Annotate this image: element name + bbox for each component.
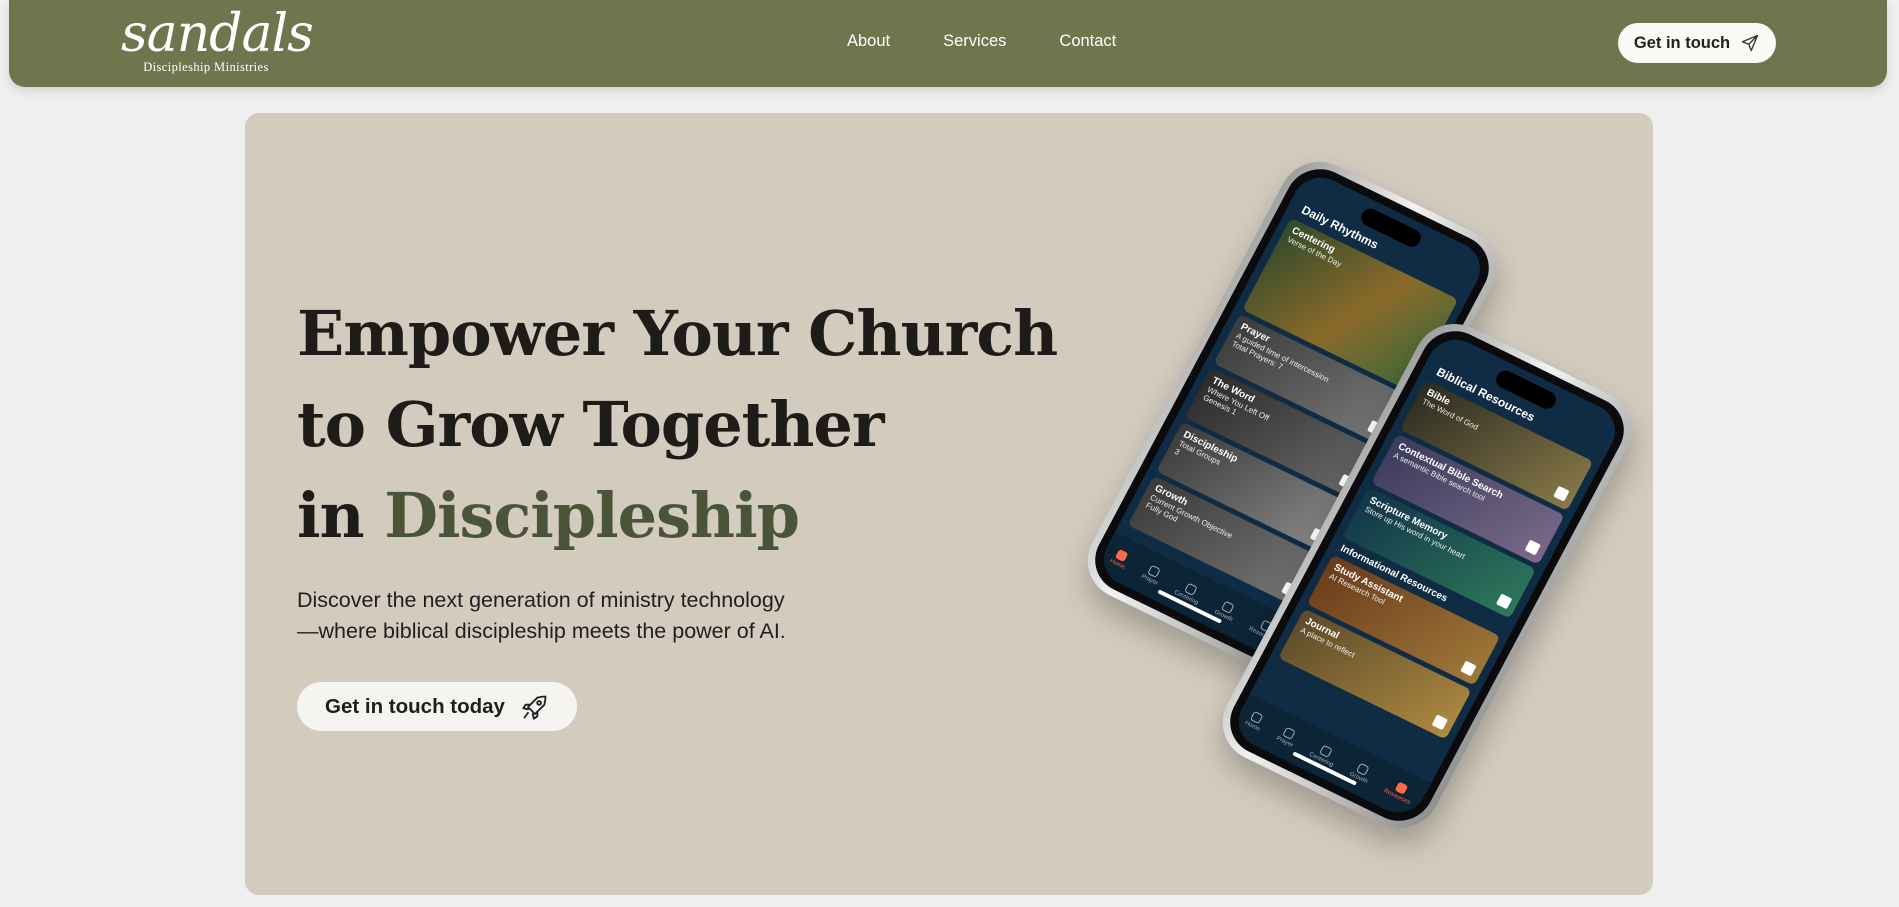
tab-resources[interactable]: Resources	[1383, 778, 1417, 806]
search-icon	[1524, 539, 1541, 556]
description-line-1: Discover the next generation of ministry…	[297, 588, 785, 612]
get-in-touch-button[interactable]: Get in touch	[1618, 23, 1776, 63]
headline-line-3-prefix: in	[297, 479, 385, 552]
tab-home[interactable]: Home	[1244, 710, 1267, 733]
paper-plane-icon	[1741, 34, 1759, 52]
nav-link-about[interactable]: About	[847, 32, 890, 51]
get-in-touch-today-button[interactable]: Get in touch today	[297, 682, 577, 731]
tab-prayer[interactable]: Prayer	[1140, 563, 1164, 587]
nav-links: About Services Contact	[847, 32, 1169, 51]
top-navbar: sandals Discipleship Ministries About Se…	[9, 0, 1887, 87]
hero-description: Discover the next generation of ministry…	[297, 585, 917, 647]
tab-prayer[interactable]: Prayer	[1275, 725, 1299, 749]
book-icon	[1553, 485, 1570, 502]
hero-cta-label: Get in touch today	[325, 694, 505, 718]
journal-icon	[1431, 714, 1449, 731]
sparkle-icon	[1460, 660, 1477, 677]
headline-line-2: to Grow Together	[297, 388, 885, 461]
headline-line-1: Empower Your Church	[297, 297, 1058, 370]
hero-headline: Empower Your Church to Grow Together in …	[297, 288, 1058, 561]
get-in-touch-label: Get in touch	[1633, 33, 1731, 52]
headline-line-3: in Discipleship	[297, 470, 1017, 561]
brand-name: sandals	[121, 4, 314, 64]
hero-section: Empower Your Church to Grow Together in …	[245, 113, 1653, 895]
rocket-icon	[522, 695, 547, 720]
brand-logo[interactable]: sandals Discipleship Ministries	[121, 4, 314, 78]
brand-subtitle: Discipleship Ministries	[143, 60, 269, 74]
description-line-2: —where biblical discipleship meets the p…	[297, 619, 786, 643]
nav-link-services[interactable]: Services	[943, 32, 1006, 51]
dumbbell-icon	[1495, 593, 1513, 610]
headline-accent-word: Discipleship	[384, 479, 800, 552]
tab-home[interactable]: Home	[1109, 548, 1132, 571]
nav-link-contact[interactable]: Contact	[1059, 32, 1116, 51]
